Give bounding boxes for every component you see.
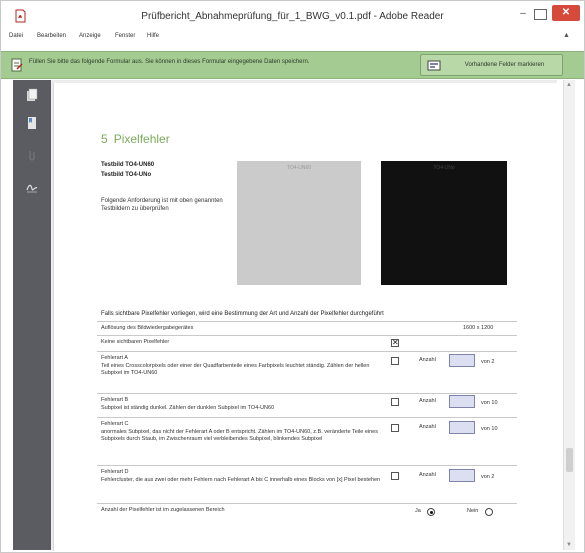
row-label: Auflösung des Bildwiedergabegerätes [101, 325, 194, 331]
form-notification-bar: Füllen Sie bitte das folgende Formular a… [1, 51, 584, 79]
attachments-icon[interactable] [25, 148, 39, 162]
count-label: Anzahl [419, 398, 436, 404]
no-label: Nein [467, 508, 479, 514]
testbild-title-2: Testbild TO4-UNo [101, 172, 152, 178]
count-label: Anzahl [419, 424, 436, 430]
defect-d-count-field[interactable] [449, 469, 475, 482]
table-row: Keine sichtbaren Pixelfehler [97, 335, 517, 349]
no-defects-checkbox[interactable] [391, 338, 399, 348]
scroll-down-icon[interactable]: ▼ [566, 542, 572, 548]
row-label: Fehlerart B Subpixel ist ständig dunkel.… [101, 397, 275, 411]
pixel-defect-intro: Falls sichtbare Pixelfehler vorliegen, w… [101, 311, 384, 317]
close-button[interactable]: ✕ [552, 5, 580, 21]
signatures-icon[interactable] [25, 180, 39, 194]
table-row: Fehlerart B Subpixel ist ständig dunkel.… [97, 393, 517, 415]
window-title: Prüfbericht_Abnahmeprüfung_für_1_BWG_v0.… [141, 11, 444, 22]
testbild-title-1: Testbild TO4-UN60 [101, 162, 155, 168]
count-max: von 2 [481, 474, 495, 480]
count-label: Anzahl [419, 472, 436, 478]
count-max: von 10 [481, 400, 498, 406]
bookmarks-icon[interactable] [25, 116, 39, 130]
test-image-gray: TO4-UN60 [237, 161, 361, 285]
collapse-menu-icon[interactable]: ▲ [563, 32, 570, 39]
menu-bar: Datei Bearbeiten Anzeige Fenster Hilfe ▲ [1, 31, 584, 43]
defect-b-checkbox[interactable] [391, 398, 399, 406]
yes-label: Ja [415, 508, 421, 514]
highlight-fields-icon [427, 60, 441, 71]
table-row: Anzahl der Pixelfehler ist im zugelassen… [97, 503, 517, 519]
menu-bearbeiten[interactable]: Bearbeiten [37, 33, 66, 39]
table-row: Fehlerart D Fehlercluster, die aus zwei … [97, 465, 517, 497]
scroll-up-icon[interactable]: ▲ [566, 82, 572, 88]
row-label: Anzahl der Pixelfehler ist im zugelassen… [101, 507, 225, 513]
defect-a-checkbox[interactable] [391, 357, 399, 365]
menu-datei[interactable]: Datei [9, 33, 23, 39]
resolution-value: 1600 x 1200 [463, 325, 494, 331]
highlight-fields-label: Vorhandene Felder markieren [464, 62, 545, 68]
defect-c-checkbox[interactable] [391, 424, 399, 432]
row-label: Fehlerart D Fehlercluster, die aus zwei … [101, 469, 381, 483]
row-label: Fehlerart C anormales Subpixel, das nich… [101, 421, 378, 443]
count-max: von 2 [481, 359, 495, 365]
defect-c-count-field[interactable] [449, 421, 475, 434]
section-title: Pixelfehler [113, 132, 170, 146]
navigation-pane [13, 80, 51, 550]
table-row: Fehlerart C anormales Subpixel, das nich… [97, 417, 517, 465]
form-notification-message: Füllen Sie bitte das folgende Formular a… [29, 59, 310, 65]
scrollbar-thumb[interactable] [566, 448, 573, 472]
defect-d-checkbox[interactable] [391, 472, 399, 480]
requirement-text: Folgende Anforderung ist mit oben genann… [101, 198, 223, 212]
section-number: 5 [101, 132, 108, 146]
pages-icon[interactable] [25, 88, 39, 102]
menu-anzeige[interactable]: Anzeige [79, 33, 101, 39]
row-label: Fehlerart A Teil eines Crosscolorpixels … [101, 355, 370, 377]
title-bar[interactable]: Prüfbericht_Abnahmeprüfung_für_1_BWG_v0.… [1, 1, 584, 31]
menu-fenster[interactable]: Fenster [115, 33, 135, 39]
no-radio[interactable] [485, 508, 493, 516]
maximize-button[interactable] [534, 9, 547, 20]
gray-image-label: TO4-UN60 [286, 165, 312, 171]
menu-hilfe[interactable]: Hilfe [147, 33, 159, 39]
test-image-black: TO4-UNo [381, 161, 507, 285]
vertical-scrollbar[interactable]: ▲ ▼ [563, 80, 575, 550]
defect-b-count-field[interactable] [449, 395, 475, 408]
minimize-button[interactable]: – [515, 7, 531, 21]
black-image-label: TO4-UNo [433, 165, 455, 171]
form-fill-icon [11, 58, 23, 72]
section-heading: 5 Pixelfehler [101, 132, 170, 146]
defect-a-count-field[interactable] [449, 354, 475, 367]
count-label: Anzahl [419, 357, 436, 363]
row-label: Keine sichtbaren Pixelfehler [101, 339, 170, 345]
count-max: von 10 [481, 426, 498, 432]
table-row: Auflösung des Bildwiedergabegerätes 1600… [97, 321, 517, 335]
highlight-fields-button[interactable]: Vorhandene Felder markieren [420, 54, 563, 76]
yes-radio[interactable] [427, 508, 435, 516]
adobe-reader-window: Prüfbericht_Abnahmeprüfung_für_1_BWG_v0.… [0, 0, 585, 553]
table-row: Fehlerart A Teil eines Crosscolorpixels … [97, 351, 517, 393]
